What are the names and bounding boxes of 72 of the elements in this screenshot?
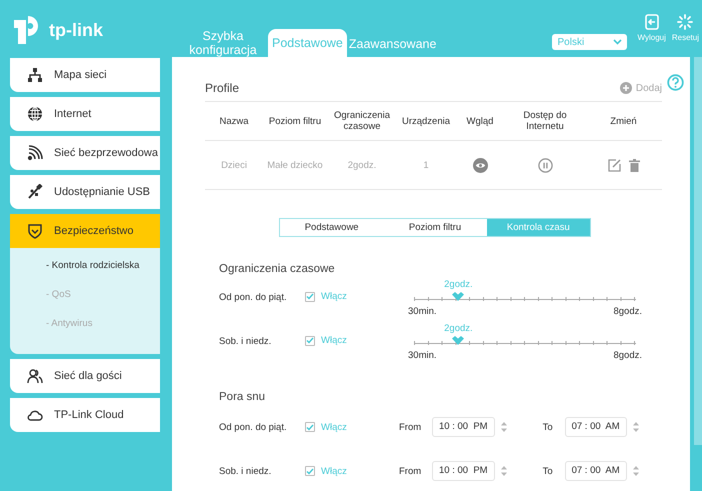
checkbox-label: Włącz: [321, 291, 347, 302]
network-map-icon: [27, 67, 43, 83]
column-header: Dostęp do Internetu: [522, 110, 568, 132]
row-label: Od pon. do piąt.: [219, 291, 288, 303]
shield-icon: [27, 223, 43, 239]
scale-label: 8godz.: [613, 306, 642, 317]
guests-icon: [27, 368, 43, 384]
sidebar-item[interactable]: Mapa sieci: [10, 58, 160, 92]
sidebar-item[interactable]: Udostępnianie USB: [10, 175, 160, 209]
slider-value: 2godz.: [444, 323, 473, 334]
delete-icon[interactable]: [628, 158, 640, 172]
logo: tp-link: [10, 10, 170, 50]
tab[interactable]: Poziom filtru: [383, 219, 487, 236]
field-label: To: [542, 466, 554, 476]
slider-value: 2godz.: [444, 279, 473, 290]
globe-icon: [27, 106, 43, 122]
checkbox[interactable]: [305, 466, 315, 476]
sidebar-item[interactable]: Sieć bezprzewodowa: [10, 136, 160, 170]
spinner-icon[interactable]: [500, 421, 507, 433]
row-label: Od pon. do piąt.: [219, 422, 288, 432]
field-label: From: [399, 466, 422, 476]
checkbox-label: Włącz: [321, 422, 347, 432]
submenu-item[interactable]: - Kontrola rodzicielska: [46, 259, 160, 272]
column-header: Urządzenia: [400, 116, 452, 126]
slider-thumb[interactable]: [452, 336, 464, 345]
field-label: To: [542, 422, 554, 432]
wireless-icon: [27, 145, 43, 161]
spinner-icon[interactable]: [632, 421, 639, 433]
reset-icon: [677, 14, 694, 30]
section-title: Pora snu: [219, 391, 266, 403]
column-header: Ograniczenia czasowe: [333, 110, 391, 132]
field-label: From: [399, 422, 422, 432]
table-cell-text: 1: [422, 160, 430, 170]
time-field[interactable]: 10 : 00 PM: [432, 461, 495, 481]
chevron-down-icon: [613, 39, 622, 45]
column-header: Zmień: [609, 116, 638, 126]
checkbox[interactable]: [305, 292, 315, 302]
row-label: Sob. i niedz.: [219, 335, 272, 347]
sidebar-item[interactable]: Sieć dla gości: [10, 359, 160, 393]
scale-label: 30min.: [408, 350, 437, 361]
section-title: Ograniczenia czasowe: [219, 263, 336, 275]
column-header: Nazwa: [218, 116, 250, 126]
eye-icon[interactable]: [472, 158, 488, 172]
sidebar-item[interactable]: Bezpieczeństwo: [10, 214, 160, 248]
time-field[interactable]: 10 : 00 PM: [432, 417, 495, 437]
sidebar-item[interactable]: Internet: [10, 97, 160, 131]
column-header: Wgląd: [466, 116, 494, 126]
tab[interactable]: Podstawowe: [280, 219, 384, 236]
sidebar-item[interactable]: TP-Link Cloud: [10, 398, 160, 432]
logout-icon: [644, 14, 659, 30]
table-cell-text: 2godz.: [346, 160, 378, 170]
section-title: Profile: [205, 81, 240, 95]
table-cell-text: Małe dziecko: [266, 160, 324, 170]
checkbox-label: Włącz: [321, 466, 347, 476]
checkbox[interactable]: [305, 422, 315, 432]
plus-icon: [620, 82, 632, 94]
scale-label: 30min.: [408, 306, 437, 317]
help-icon[interactable]: [667, 74, 684, 91]
time-field[interactable]: 07 : 00 AM: [564, 461, 627, 481]
spinner-icon[interactable]: [632, 465, 639, 477]
time-field[interactable]: 07 : 00 AM: [564, 417, 627, 437]
scale-label: 8godz.: [613, 350, 642, 361]
table-cell-text: Dzieci: [220, 160, 248, 170]
row-label: Sob. i niedz.: [219, 466, 272, 476]
usb-icon: [27, 184, 43, 200]
slider-thumb[interactable]: [452, 292, 464, 301]
pause-icon[interactable]: [538, 158, 552, 172]
column-header: Poziom filtru: [268, 116, 322, 126]
spinner-icon[interactable]: [500, 465, 507, 477]
edit-icon[interactable]: [608, 158, 620, 172]
checkbox[interactable]: [305, 336, 315, 346]
checkbox-label: Włącz: [321, 335, 347, 346]
